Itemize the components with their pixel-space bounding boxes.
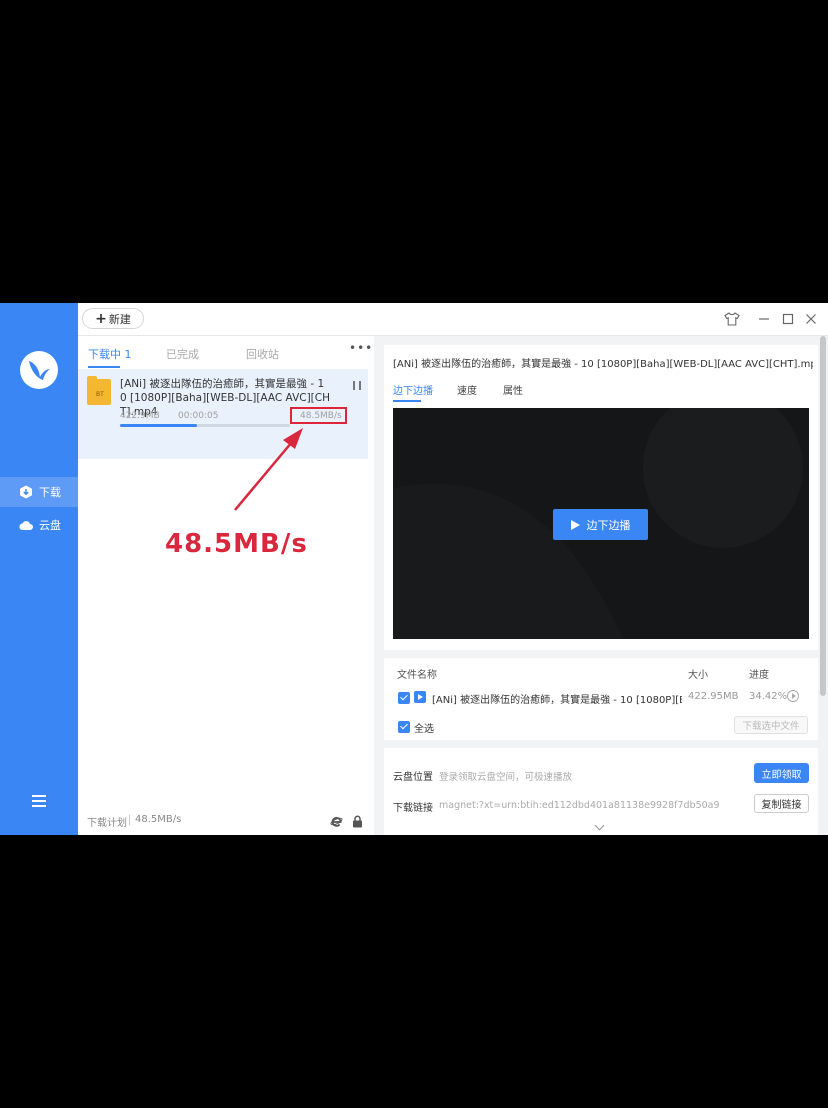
annotation-arrowhead <box>234 428 303 511</box>
